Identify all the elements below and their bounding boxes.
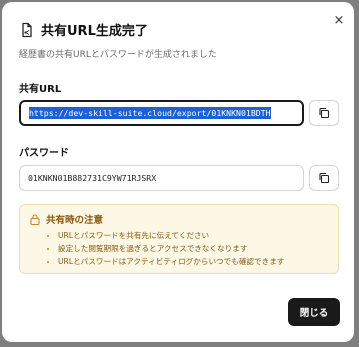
document-share-icon (19, 22, 35, 38)
password-label: パスワード (19, 148, 69, 159)
close-button[interactable]: 閉じる (288, 298, 340, 326)
copy-icon (319, 107, 330, 119)
password-value: 01KNKN01B882731C9YW71RJSRX (28, 173, 157, 183)
title-row: 共有URL生成完了 (19, 20, 324, 39)
copy-icon (319, 172, 330, 184)
sharing-notice: 共有時の注意 URLとパスワードを共有先に伝えてください 設定した閲覧期限を過ぎ… (19, 204, 339, 274)
dialog-header: 共有URL生成完了 経歴書の共有URLとパスワードが生成されました (19, 20, 324, 60)
notice-item: URLとパスワードはアクティビティログからいつでも確認できます (58, 255, 328, 268)
copy-url-button[interactable] (309, 100, 339, 126)
copy-password-button[interactable] (309, 165, 339, 191)
notice-item: 設定した閲覧期限を過ぎるとアクセスできなくなります (58, 242, 328, 255)
share-url-value: https://dev-skill-suite.cloud/export/01K… (29, 107, 271, 119)
dialog-subtitle: 経歴書の共有URLとパスワードが生成されました (19, 50, 217, 60)
share-url-field[interactable]: https://dev-skill-suite.cloud/export/01K… (19, 100, 304, 126)
notice-header: 共有時の注意 (30, 212, 328, 226)
url-label: 共有URL (19, 84, 62, 95)
close-icon[interactable]: × (332, 14, 346, 28)
dialog-title: 共有URL生成完了 (41, 24, 148, 39)
notice-title: 共有時の注意 (46, 215, 104, 226)
lock-icon (30, 213, 40, 225)
password-field[interactable]: 01KNKN01B882731C9YW71RJSRX (19, 165, 304, 191)
notice-item: URLとパスワードを共有先に伝えてください (58, 229, 328, 242)
share-url-dialog: × 共有URL生成完了 経歴書の共有URLとパスワードが生成されました 共有UR… (2, 2, 354, 342)
notice-list: URLとパスワードを共有先に伝えてください 設定した閲覧期限を過ぎるとアクセスで… (30, 229, 328, 268)
